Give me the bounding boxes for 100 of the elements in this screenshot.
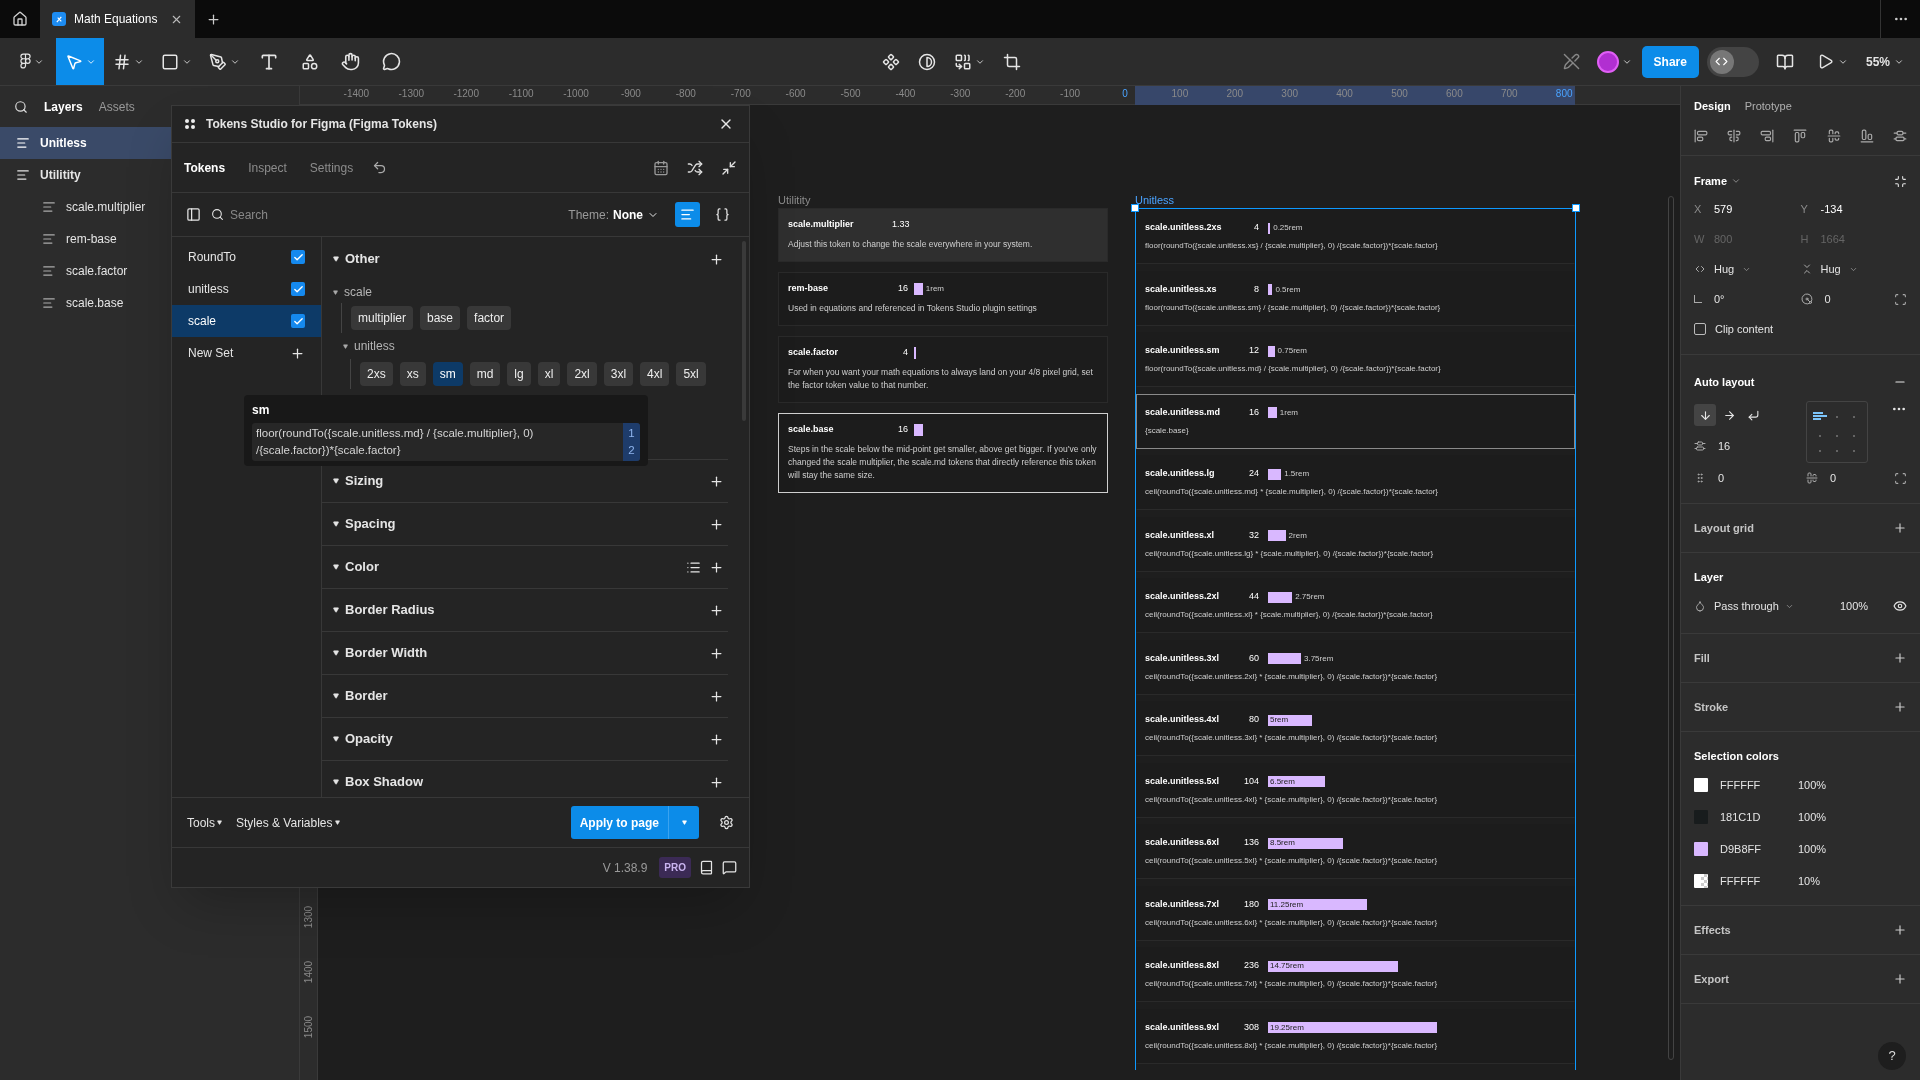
token-pill[interactable]: md (469, 362, 501, 386)
minimize-icon[interactable] (721, 159, 737, 176)
layer-item[interactable]: Utilitity (0, 159, 171, 191)
token-set[interactable]: RoundTo (172, 241, 321, 273)
calendar-icon[interactable] (653, 159, 669, 176)
group-title[interactable]: Border (345, 686, 388, 706)
group-title[interactable]: Color (345, 557, 379, 577)
undo-icon[interactable] (372, 160, 388, 175)
panel-tab[interactable]: Prototype (1744, 96, 1792, 116)
color-hex[interactable]: D9B8FF (1720, 840, 1798, 858)
resize-handle[interactable] (1572, 204, 1580, 212)
plus-icon[interactable] (290, 345, 305, 361)
align-center-icon[interactable] (1727, 128, 1742, 143)
resize-handle[interactable] (1131, 204, 1139, 212)
color-hex[interactable]: FFFFFF (1720, 776, 1798, 794)
align-middle-icon[interactable] (1826, 128, 1841, 143)
color-swatch[interactable] (1694, 842, 1708, 856)
eye-icon[interactable] (1893, 599, 1907, 613)
corners-icon[interactable] (1894, 292, 1907, 306)
plus-icon[interactable] (709, 774, 724, 790)
view-toggle[interactable] (675, 202, 700, 227)
share-button[interactable]: Share (1641, 45, 1699, 78)
color-hex[interactable]: 181C1D (1720, 808, 1798, 826)
color-hex[interactable]: FFFFFF (1720, 872, 1798, 890)
list-icon[interactable] (686, 559, 701, 575)
color-swatch[interactable] (1694, 778, 1708, 792)
dev-mode-toggle[interactable] (1706, 46, 1759, 77)
plus-icon[interactable] (709, 251, 724, 267)
layer-item[interactable]: scale.base (0, 287, 171, 319)
panel-tab[interactable]: Design (1694, 96, 1731, 116)
color-opacity[interactable]: 100% (1798, 776, 1827, 794)
blend-select[interactable]: Pass through (1714, 597, 1832, 615)
gap-field[interactable]: 16 (1694, 429, 1806, 463)
group-title[interactable]: Box Shadow (345, 772, 423, 792)
plus-icon[interactable] (709, 645, 724, 661)
layer-item[interactable]: Unitless (0, 127, 171, 159)
token-pill[interactable]: 2xs (360, 362, 393, 386)
help-button[interactable]: ? (1878, 1042, 1906, 1070)
group-title[interactable]: Other (345, 249, 380, 269)
tools-menu[interactable]: Tools (187, 813, 222, 832)
token-pill[interactable]: 2xl (567, 362, 597, 386)
settings-icon[interactable] (719, 815, 734, 830)
token-pill[interactable]: 4xl (640, 362, 670, 386)
token-set[interactable]: unitless (172, 273, 321, 305)
resize-icon[interactable] (1894, 174, 1907, 188)
group-title[interactable]: Sizing (345, 471, 384, 491)
token-pill[interactable]: 3xl (603, 362, 634, 386)
rotation-field[interactable]: 0° (1694, 284, 1801, 314)
color-opacity[interactable]: 10% (1798, 872, 1821, 890)
color-opacity[interactable]: 100% (1798, 808, 1827, 826)
checkbox[interactable] (1694, 323, 1706, 335)
token-pill[interactable]: 5xl (676, 362, 706, 386)
plus-icon[interactable] (709, 559, 724, 575)
color-swatch[interactable] (1694, 874, 1708, 888)
plugin-tab[interactable]: Inspect (248, 158, 287, 177)
token-pill[interactable]: sm (432, 362, 463, 386)
feedback-icon[interactable] (722, 860, 737, 875)
height-mode-select[interactable]: Hug (1800, 254, 1907, 284)
shuffle-icon[interactable] (687, 159, 703, 176)
checkbox[interactable] (291, 282, 305, 296)
layer-item[interactable]: scale.factor (0, 255, 171, 287)
subgroup-title[interactable]: unitless (354, 337, 395, 355)
theme-select[interactable]: Theme: None (568, 205, 659, 224)
book-icon[interactable] (699, 860, 714, 875)
padding-field[interactable]: 0 (1806, 469, 1837, 487)
width-mode-select[interactable]: Hug (1694, 254, 1801, 284)
token-pill[interactable]: lg (507, 362, 531, 386)
panel-tab[interactable]: Assets (98, 97, 135, 116)
alignment-grid[interactable] (1806, 401, 1868, 463)
file-tab[interactable]: Math Equations (40, 0, 195, 38)
align-bottom-icon[interactable] (1859, 128, 1874, 143)
token-pill[interactable]: multiplier (351, 306, 413, 330)
group-title[interactable]: Border Width (345, 643, 428, 663)
plus-icon[interactable] (709, 602, 724, 618)
panel-tab[interactable]: Layers (44, 97, 83, 116)
subgroup-title[interactable]: scale (344, 283, 372, 301)
group-title[interactable]: Opacity (345, 729, 393, 749)
plus-icon[interactable] (709, 516, 724, 532)
checkbox[interactable] (291, 314, 305, 328)
token-set[interactable]: scale (172, 305, 321, 337)
layer-item[interactable]: rem-base (0, 223, 171, 255)
radius-field[interactable]: 0 (1800, 290, 1831, 308)
token-pill[interactable]: factor (467, 306, 512, 330)
checkbox[interactable] (291, 250, 305, 264)
align-left-icon[interactable] (1694, 128, 1708, 143)
color-opacity[interactable]: 100% (1798, 840, 1827, 858)
token-pill[interactable]: base (420, 306, 461, 330)
group-title[interactable]: Border Radius (345, 600, 435, 620)
direction-button[interactable] (1694, 404, 1716, 426)
padding-field[interactable]: 0 (1694, 469, 1806, 487)
padding-icon[interactable] (1894, 471, 1907, 485)
layer-item[interactable]: scale.multiplier (0, 191, 171, 223)
number-field[interactable]: Y -134 (1800, 194, 1907, 224)
distribute-icon[interactable] (1892, 128, 1907, 143)
apply-button[interactable]: Apply to page (570, 806, 668, 839)
plus-icon[interactable] (709, 473, 724, 489)
group-title[interactable]: Spacing (345, 514, 396, 534)
styles-menu[interactable]: Styles & Variables (236, 813, 340, 832)
plugin-tab[interactable]: Tokens (184, 158, 226, 177)
plus-icon[interactable] (709, 688, 724, 704)
